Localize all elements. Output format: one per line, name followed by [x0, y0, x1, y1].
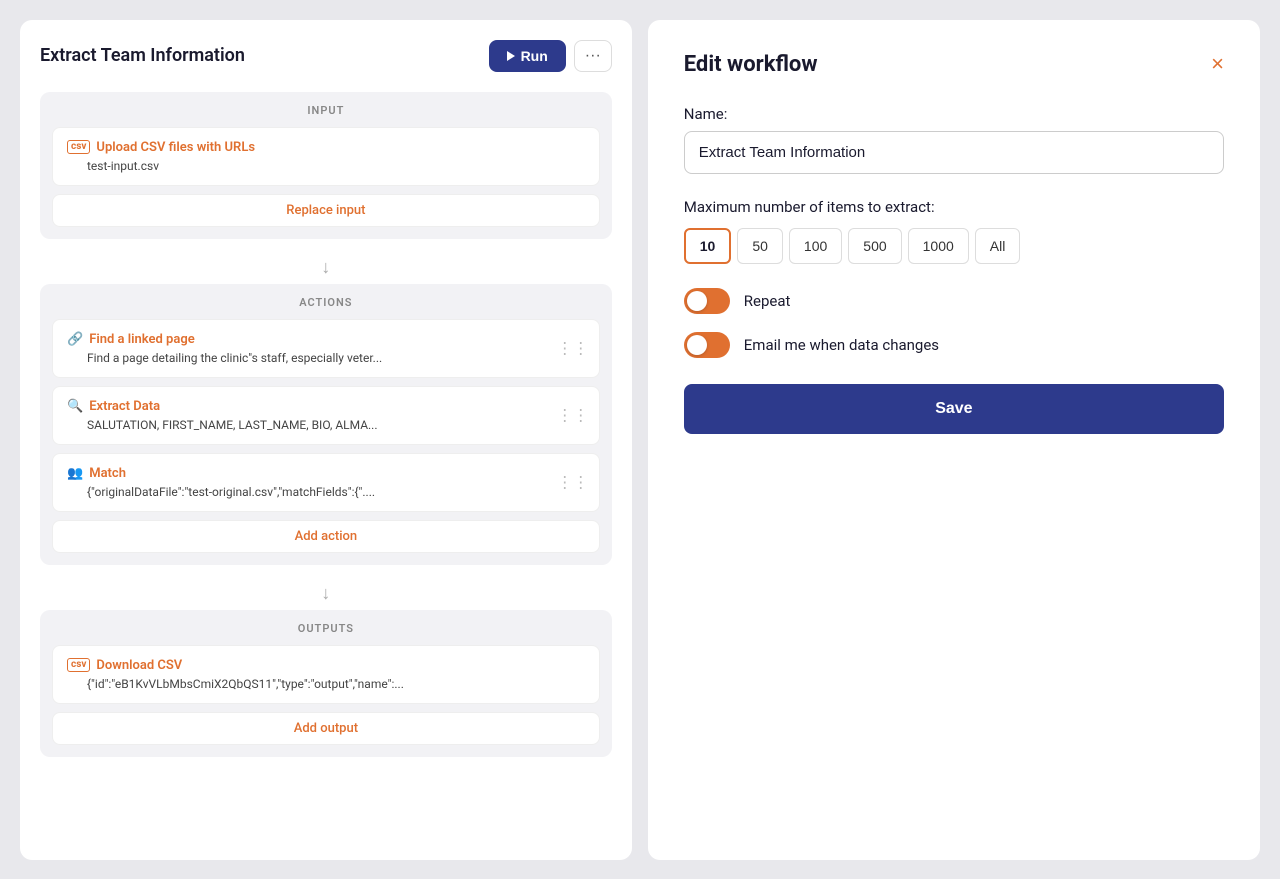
actions-section: ACTIONS 🔗 Find a linked page Find a page… — [40, 284, 612, 565]
input-label: INPUT — [52, 104, 600, 117]
extract-data-sub: SALUTATION, FIRST_NAME, LAST_NAME, BIO, … — [87, 418, 585, 432]
action-find-linked-page: 🔗 Find a linked page Find a page detaili… — [52, 319, 600, 378]
workflow-name-input[interactable] — [684, 131, 1224, 174]
csv-icon: csv — [67, 140, 90, 154]
output-download-csv: csv Download CSV {"id":"eB1KvVLbMbsCmiX2… — [52, 645, 600, 704]
find-page-dots[interactable]: ⋮⋮ — [557, 339, 589, 358]
input-section: INPUT csv Upload CSV files with URLs tes… — [40, 92, 612, 239]
find-page-title: 🔗 Find a linked page — [67, 332, 585, 347]
email-label: Email me when data changes — [744, 336, 939, 354]
extract-icon: 🔍 — [67, 399, 83, 414]
repeat-toggle-row: Repeat — [684, 288, 1224, 314]
add-action-link[interactable]: Add action — [52, 520, 600, 553]
repeat-toggle-track — [684, 288, 730, 314]
left-header: Extract Team Information Run ··· — [40, 40, 612, 72]
download-csv-sub: {"id":"eB1KvVLbMbsCmiX2QbQS11","type":"o… — [87, 677, 585, 691]
action-extract-data: 🔍 Extract Data SALUTATION, FIRST_NAME, L… — [52, 386, 600, 445]
pill-all[interactable]: All — [975, 228, 1021, 264]
save-label: Save — [935, 400, 972, 417]
more-dots: ··· — [585, 47, 601, 64]
repeat-toggle-thumb — [687, 291, 707, 311]
left-panel: Extract Team Information Run ··· INPUT c… — [20, 20, 632, 860]
email-toggle-track — [684, 332, 730, 358]
more-button[interactable]: ··· — [574, 40, 612, 72]
pill-50[interactable]: 50 — [737, 228, 783, 264]
run-button[interactable]: Run — [489, 40, 566, 72]
outputs-section: OUTPUTS csv Download CSV {"id":"eB1KvVLb… — [40, 610, 612, 757]
header-actions: Run ··· — [489, 40, 612, 72]
repeat-label: Repeat — [744, 292, 791, 310]
email-toggle[interactable] — [684, 332, 730, 358]
max-items-label: Maximum number of items to extract: — [684, 198, 1224, 216]
link-icon: 🔗 — [67, 332, 83, 347]
repeat-toggle[interactable] — [684, 288, 730, 314]
extract-data-dots[interactable]: ⋮⋮ — [557, 406, 589, 425]
edit-workflow-title: Edit workflow — [684, 52, 818, 77]
right-panel: Edit workflow × Name: Maximum number of … — [648, 20, 1260, 860]
pill-10[interactable]: 10 — [684, 228, 732, 264]
download-csv-title: csv Download CSV — [67, 658, 585, 673]
play-icon — [507, 51, 515, 61]
arrow-down-2: ↓ — [40, 583, 612, 604]
pill-100[interactable]: 100 — [789, 228, 842, 264]
workflow-title: Extract Team Information — [40, 45, 245, 66]
match-icon: 👥 — [67, 466, 83, 481]
run-label: Run — [521, 48, 548, 64]
upload-card: csv Upload CSV files with URLs test-inpu… — [52, 127, 600, 186]
email-toggle-row: Email me when data changes — [684, 332, 1224, 358]
match-sub: {"originalDataFile":"test-original.csv",… — [87, 485, 585, 499]
extract-data-title: 🔍 Extract Data — [67, 399, 585, 414]
pill-500[interactable]: 500 — [848, 228, 901, 264]
replace-input-link[interactable]: Replace input — [52, 194, 600, 227]
email-toggle-thumb — [687, 335, 707, 355]
upload-title: csv Upload CSV files with URLs — [67, 140, 585, 155]
output-csv-icon: csv — [67, 658, 90, 672]
upload-sub: test-input.csv — [87, 159, 585, 173]
find-page-sub: Find a page detailing the clinic"s staff… — [87, 351, 585, 365]
edit-header: Edit workflow × — [684, 52, 1224, 77]
close-button[interactable]: × — [1211, 53, 1224, 75]
add-output-link[interactable]: Add output — [52, 712, 600, 745]
save-button[interactable]: Save — [684, 384, 1224, 434]
name-label: Name: — [684, 105, 1224, 123]
actions-label: ACTIONS — [52, 296, 600, 309]
close-icon: × — [1211, 51, 1224, 76]
match-dots[interactable]: ⋮⋮ — [557, 473, 589, 492]
arrow-down-1: ↓ — [40, 257, 612, 278]
match-title: 👥 Match — [67, 466, 585, 481]
pill-1000[interactable]: 1000 — [908, 228, 969, 264]
pill-group: 10501005001000All — [684, 228, 1224, 264]
outputs-label: OUTPUTS — [52, 622, 600, 635]
action-match: 👥 Match {"originalDataFile":"test-origin… — [52, 453, 600, 512]
